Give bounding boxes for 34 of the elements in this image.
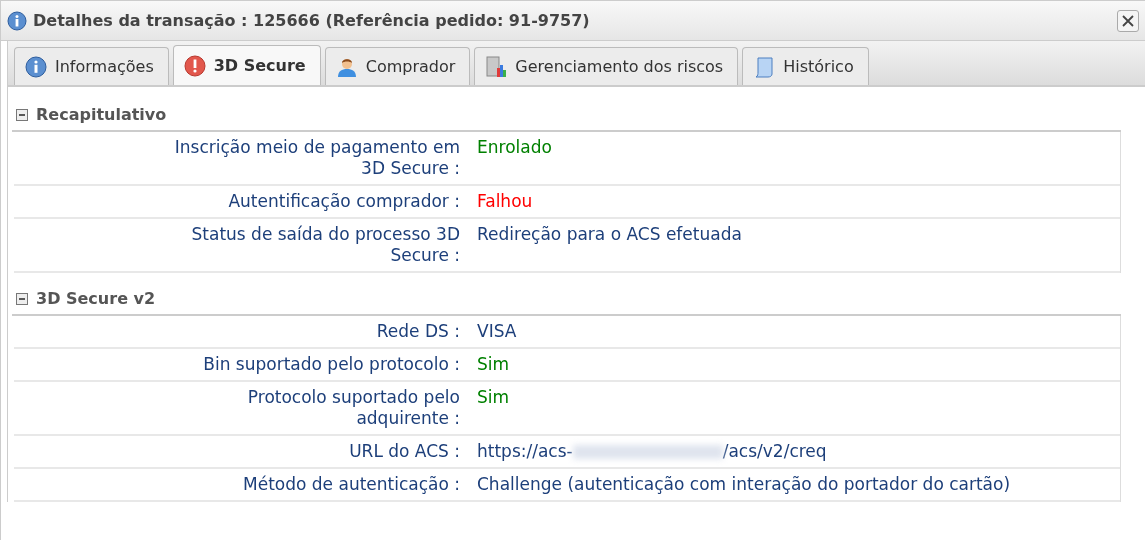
field-label: Inscrição meio de pagamento em 3D Secure : — [173, 137, 460, 179]
field-value: /acs/v2/creq — [722, 441, 827, 462]
server-chart-icon — [485, 55, 508, 78]
section-title: Recapitulativo — [36, 105, 167, 124]
info-icon — [25, 55, 47, 78]
scroll-icon — [753, 55, 776, 78]
field-label: Autentificação comprador : — [227, 191, 460, 212]
field-value: https://acs- — [477, 441, 573, 462]
info-icon — [7, 10, 27, 31]
section-title: 3D Secure v2 — [36, 289, 156, 308]
tab[interactable]: Informações — [14, 47, 169, 85]
field-label: Método de autenticação : — [242, 474, 460, 495]
collapse-icon[interactable] — [16, 108, 28, 121]
field-value: Sim — [476, 387, 510, 409]
field-label: Bin suportado pelo protocolo : — [202, 354, 460, 375]
alert-icon — [183, 54, 206, 77]
tab[interactable]: Histórico — [742, 47, 869, 85]
field-label: Rede DS : — [375, 321, 460, 342]
close-icon — [1121, 13, 1135, 28]
field-value: Falhou — [476, 191, 533, 212]
field-label: Status de saída do processo 3D Secure : — [190, 224, 460, 266]
field-value: Redireção para o ACS efetuada — [476, 224, 742, 246]
close-button[interactable] — [1117, 9, 1139, 32]
collapse-icon[interactable] — [16, 292, 28, 305]
field-label: URL do ACS : — [348, 441, 460, 462]
tab[interactable]: Gerenciamento dos riscos — [474, 47, 739, 85]
field-value: Enrolado — [476, 137, 552, 159]
field-value: Challenge (autenticação com interação do portador do cartão) — [476, 474, 1011, 495]
field-value: Sim — [476, 354, 510, 375]
field-label: Protocolo suportado pelo adquirente : — [246, 387, 460, 429]
window-title: Detalhes da transação : 125666 (Referência pedido: 91-9757) — [33, 11, 591, 30]
tab[interactable]: 3D Secure — [172, 45, 321, 85]
field-value: VISA — [476, 321, 517, 342]
tab[interactable]: Comprador — [324, 47, 471, 85]
